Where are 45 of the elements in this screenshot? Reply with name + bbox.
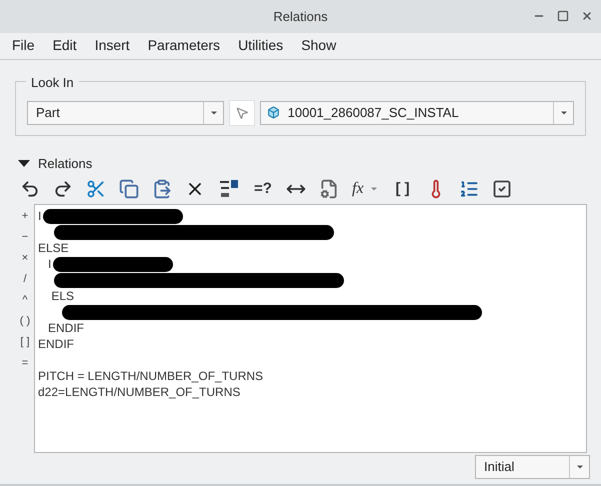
menu-item[interactable]: File	[12, 35, 35, 56]
function-button[interactable]: fx	[352, 177, 364, 202]
cursor-icon	[234, 106, 249, 120]
code-line: d22=LENGTH/NUMBER_OF_TURNS	[38, 384, 240, 400]
checklist-icon[interactable]	[492, 179, 512, 200]
toolbar-button[interactable]: =?	[253, 178, 273, 201]
redo-icon[interactable]	[53, 179, 73, 200]
operator-button[interactable]: +	[22, 208, 28, 224]
maximize-icon[interactable]	[557, 10, 569, 22]
relations-editor[interactable]: I ELSE I ELS ENDIF ENDIF PITCH = LENGTH/NUMBER_OF_TURNS d22=LENGTH/NUMBER_OF_TURNS	[34, 204, 587, 454]
undo-icon[interactable]	[20, 179, 40, 200]
operator-button[interactable]: ^	[22, 292, 28, 308]
menu-item[interactable]: Utilities	[238, 35, 284, 56]
window-title: Relations	[273, 8, 328, 26]
code-line: I	[38, 208, 42, 224]
list-icon[interactable]	[458, 179, 479, 200]
operator-button[interactable]: ×	[22, 250, 28, 266]
code-line: ENDIF	[38, 336, 74, 352]
code-line: I	[47, 256, 52, 272]
operator-button[interactable]: [ ]	[20, 334, 30, 350]
menu-item[interactable]: Edit	[52, 35, 77, 56]
copy-icon[interactable]	[119, 179, 139, 200]
operator-button[interactable]: /	[23, 271, 27, 288]
operator-button[interactable]: −	[22, 229, 28, 246]
operator-button[interactable]: ( )	[20, 313, 30, 330]
paste-icon[interactable]	[152, 179, 172, 200]
code-line: ENDIF	[47, 320, 84, 336]
model-dropdown[interactable]: 10001_2860087_SC_INSTAL	[260, 100, 574, 125]
code-line: ELS	[50, 288, 74, 304]
type-dropdown[interactable]: Part	[27, 100, 224, 125]
menu-item[interactable]: Parameters	[148, 35, 220, 56]
units-dropdown[interactable]: Initial	[475, 455, 590, 480]
code-line: ELSE	[38, 240, 69, 256]
operator-button[interactable]: =	[22, 355, 28, 372]
cube-icon	[266, 106, 280, 120]
section-title: Relations	[38, 154, 92, 173]
collapse-triangle-icon[interactable]	[18, 160, 30, 168]
menu-item[interactable]: Insert	[94, 35, 130, 56]
scissors-icon[interactable]	[86, 179, 106, 200]
toolbar-button[interactable]: [ ]	[392, 178, 413, 201]
menu-item[interactable]: Show	[301, 35, 336, 56]
document-gear-icon[interactable]	[319, 179, 339, 200]
code-line: PITCH = LENGTH/NUMBER_OF_TURNS	[38, 368, 264, 384]
close-icon[interactable]	[581, 10, 593, 22]
select-button[interactable]	[229, 100, 255, 126]
